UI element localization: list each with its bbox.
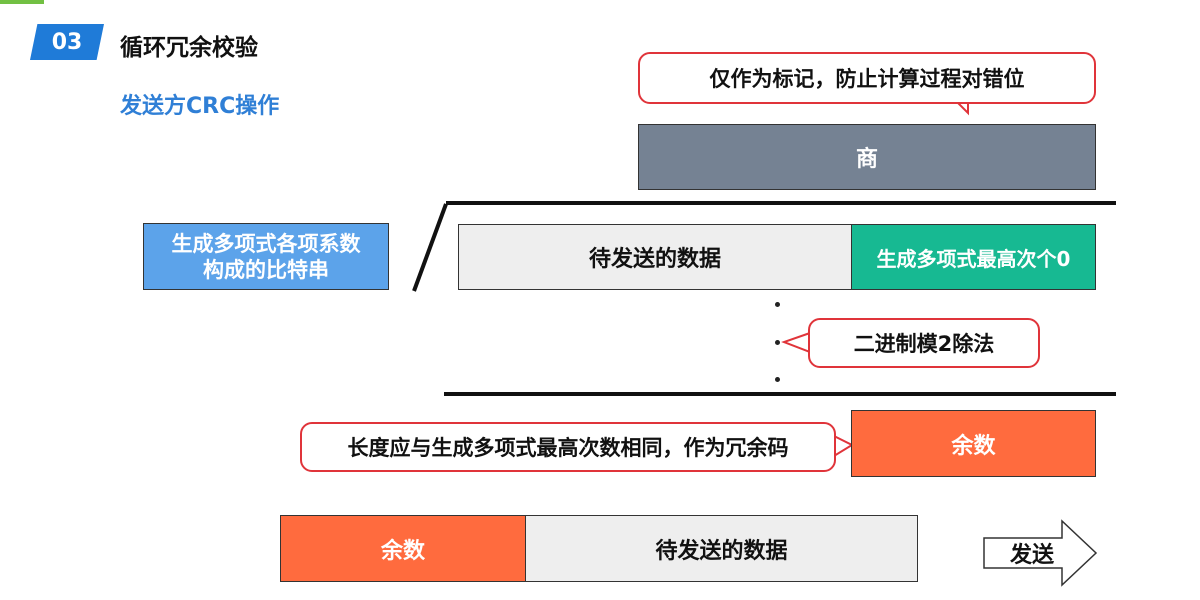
remainder-box: 余数 bbox=[851, 410, 1096, 477]
callout-mod2-pointer bbox=[781, 331, 811, 354]
callout-remainder-pointer bbox=[833, 434, 855, 458]
remainder-length-callout: 长度应与生成多项式最高次数相同，作为冗余码 bbox=[300, 422, 836, 472]
data-to-send-box: 待发送的数据 bbox=[458, 224, 852, 290]
ellipsis-dot bbox=[775, 302, 780, 307]
mod2-division-callout: 二进制模2除法 bbox=[808, 318, 1040, 368]
generator-label-line1: 生成多项式各项系数 bbox=[171, 231, 361, 256]
marker-callout: 仅作为标记，防止计算过程对错位 bbox=[638, 52, 1096, 104]
send-label: 发送 bbox=[1009, 543, 1054, 568]
appended-zeros-box: 生成多项式最高次个0 bbox=[851, 224, 1096, 290]
ellipsis-dot bbox=[775, 340, 780, 345]
generator-label-line2: 构成的比特串 bbox=[203, 257, 329, 282]
callout-marker-pointer bbox=[955, 102, 969, 116]
final-frame-data: 待发送的数据 bbox=[525, 515, 918, 582]
quotient-box: 商 bbox=[638, 124, 1096, 190]
final-frame-remainder: 余数 bbox=[280, 515, 526, 582]
generator-polynomial-box: 生成多项式各项系数 构成的比特串 bbox=[143, 223, 389, 290]
ellipsis-dot bbox=[775, 377, 780, 382]
division-bracket-line bbox=[412, 203, 448, 292]
